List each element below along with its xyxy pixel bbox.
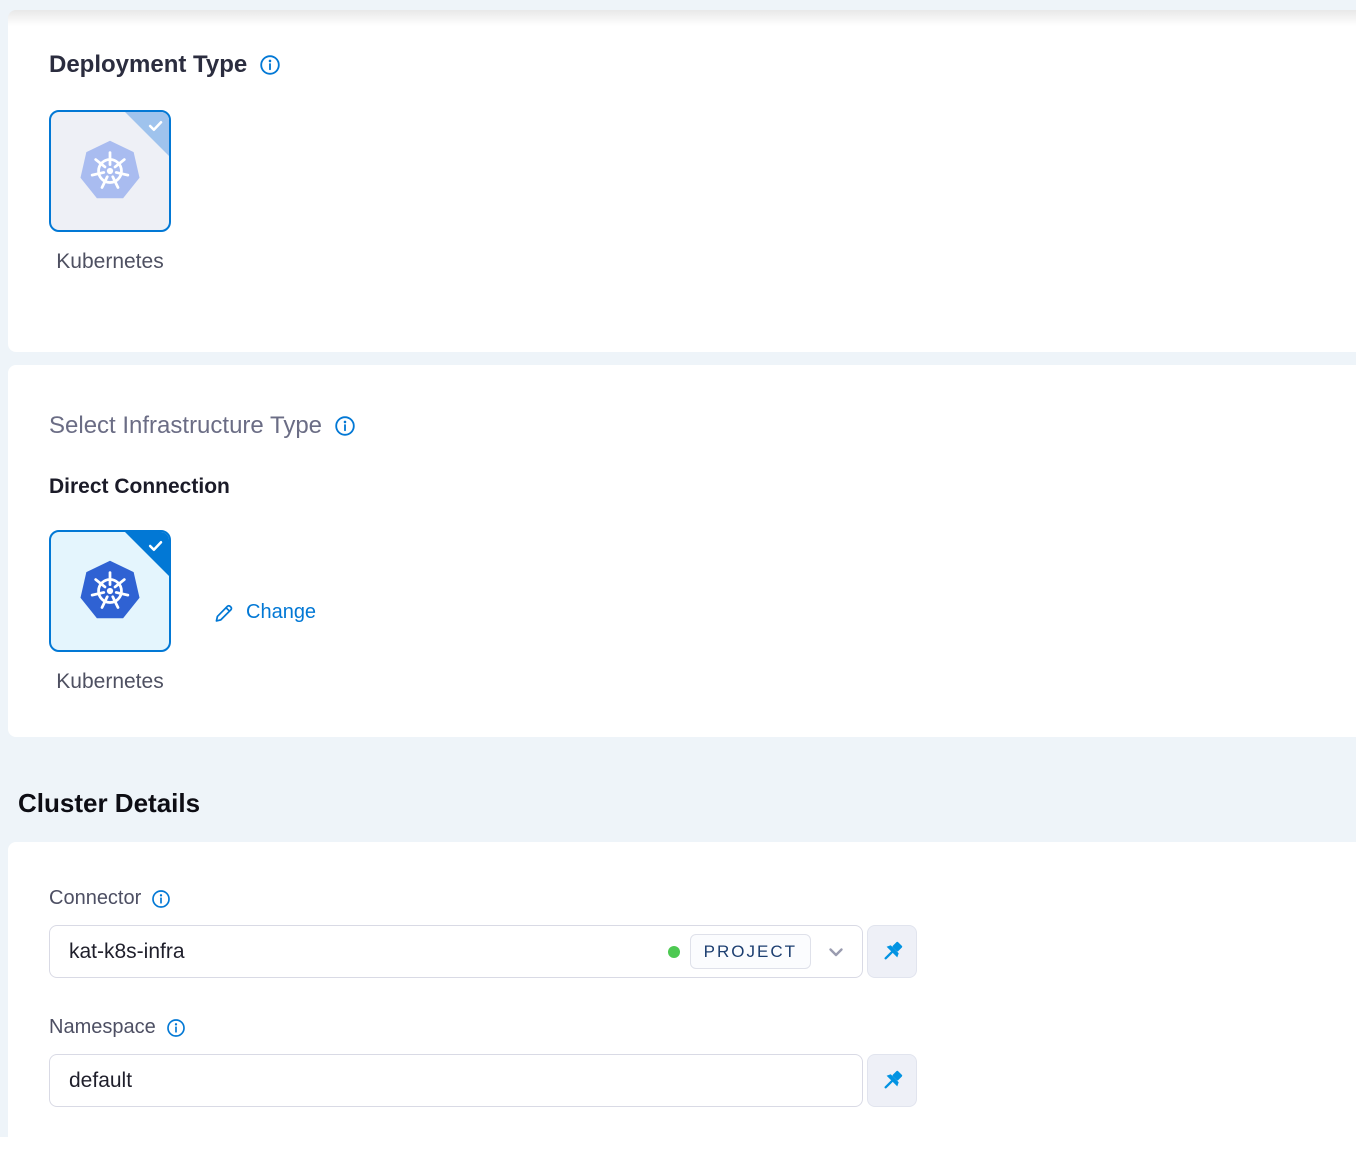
- infrastructure-type-title: Select Infrastructure Type: [49, 411, 1356, 441]
- chevron-down-icon[interactable]: [824, 940, 848, 964]
- namespace-pin-button[interactable]: [867, 1054, 917, 1107]
- connector-field: Connector PROJECT: [49, 886, 1356, 978]
- connector-status-dot: [668, 946, 680, 958]
- change-label: Change: [246, 601, 316, 624]
- namespace-label: Namespace: [49, 1015, 156, 1040]
- info-icon[interactable]: [151, 889, 171, 909]
- info-icon[interactable]: [259, 54, 281, 76]
- infrastructure-tile-group: Kubernetes: [49, 530, 171, 695]
- namespace-label-row: Namespace: [49, 1015, 1356, 1040]
- check-icon: [146, 117, 164, 135]
- info-icon[interactable]: [334, 415, 356, 437]
- deployment-type-section: Deployment Type: [8, 10, 1356, 352]
- check-icon: [146, 537, 164, 555]
- connector-scope-badge: PROJECT: [690, 934, 811, 969]
- cluster-details-section: Connector PROJECT: [8, 842, 1356, 1172]
- infrastructure-tile-row: Kubernetes Change: [49, 500, 1356, 695]
- pencil-icon: [213, 601, 236, 624]
- deployment-type-title-text: Deployment Type: [49, 50, 247, 80]
- deployment-tile-label: Kubernetes: [49, 249, 171, 275]
- info-icon[interactable]: [166, 1018, 186, 1038]
- connector-label: Connector: [49, 886, 141, 911]
- infrastructure-tile-kubernetes[interactable]: [49, 530, 171, 652]
- deployment-tile-group: Kubernetes: [49, 110, 171, 275]
- deployment-tile-kubernetes[interactable]: [49, 110, 171, 232]
- pin-icon: [879, 1067, 906, 1094]
- connector-select[interactable]: PROJECT: [49, 925, 863, 978]
- connector-pin-button[interactable]: [867, 925, 917, 978]
- infrastructure-type-title-text: Select Infrastructure Type: [49, 411, 322, 441]
- connector-value-input[interactable]: [69, 940, 660, 964]
- pin-icon: [879, 938, 906, 965]
- namespace-value-input[interactable]: [69, 1069, 848, 1093]
- namespace-field: Namespace: [49, 1015, 1356, 1107]
- deployment-config-page: Deployment Type: [0, 0, 1356, 1137]
- change-infrastructure-button[interactable]: Change: [213, 601, 316, 624]
- connector-label-row: Connector: [49, 886, 1356, 911]
- namespace-input-row: [49, 1054, 1356, 1107]
- cluster-details-heading: Cluster Details: [8, 737, 1356, 842]
- deployment-type-title: Deployment Type: [49, 50, 1356, 80]
- infrastructure-type-section: Select Infrastructure Type Direct Connec…: [8, 365, 1356, 737]
- connector-input-row: PROJECT: [49, 925, 1356, 978]
- infrastructure-tile-label: Kubernetes: [49, 669, 171, 695]
- namespace-input-shell[interactable]: [49, 1054, 863, 1107]
- direct-connection-heading: Direct Connection: [49, 474, 1356, 500]
